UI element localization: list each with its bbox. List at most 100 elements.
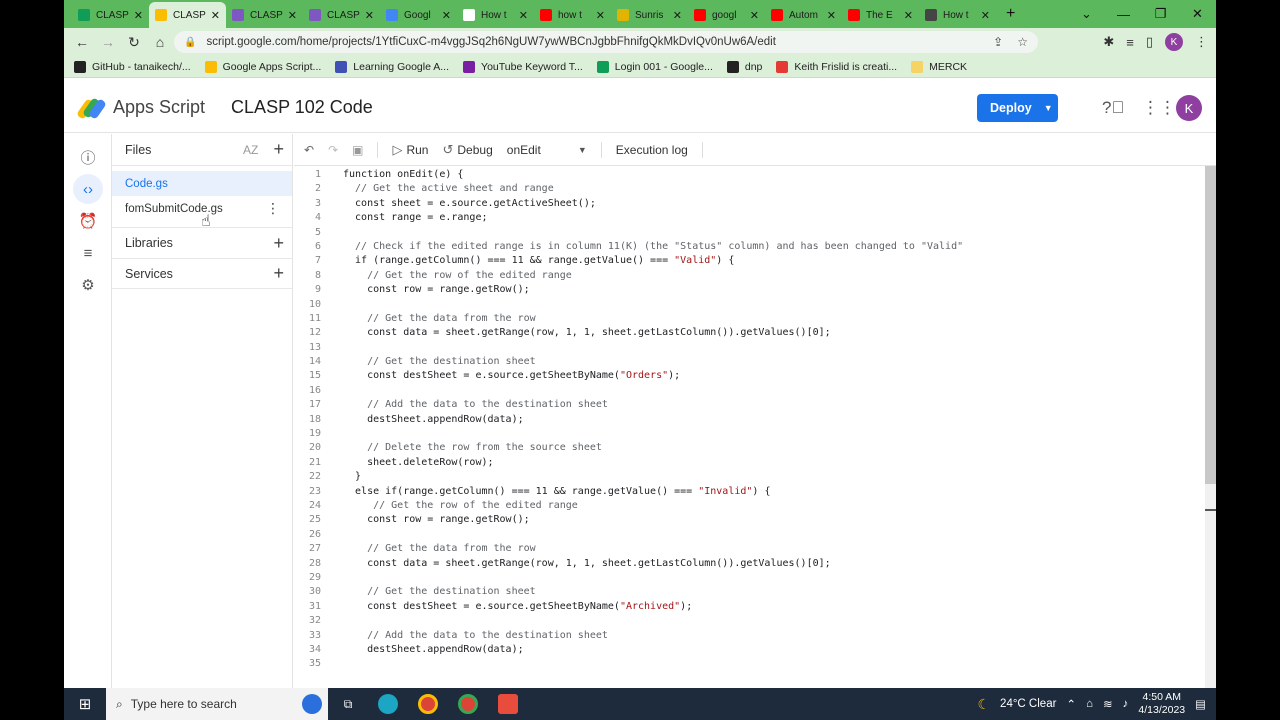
tab-close-icon[interactable]: ✕ [442,9,451,22]
apps-grid-icon[interactable]: ⋮⋮ [1142,98,1176,118]
chrome-profile-icon[interactable] [448,688,488,720]
browser-tab[interactable]: Autom ✕ [765,2,842,28]
project-title[interactable]: CLASP 102 Code [231,97,373,118]
tab-close-icon[interactable]: ✕ [827,9,836,22]
apps-script-logo-icon[interactable] [76,96,107,120]
wifi-icon[interactable]: ≋ [1103,697,1113,711]
save-icon[interactable]: ▣ [352,143,363,157]
add-file-icon[interactable]: + [273,139,284,160]
reading-list-icon[interactable]: ≡ [1126,35,1134,50]
deploy-button[interactable]: Deploy ▼ [977,94,1058,122]
file-item-code-gs[interactable]: Code.gs [112,171,292,196]
tab-close-icon[interactable]: ✕ [134,9,143,22]
debug-button[interactable]: ↺ Debug [442,142,492,158]
tab-close-icon[interactable]: ✕ [981,9,990,22]
minimize-icon[interactable]: — [1105,7,1142,22]
tab-close-icon[interactable]: ✕ [288,9,297,22]
bookmark-item[interactable]: YouTube Keyword T... [463,60,583,73]
browser-tab[interactable]: CLASP ✕ [72,2,149,28]
bookmark-item[interactable]: Learning Google A... [335,60,449,73]
tab-close-icon[interactable]: ✕ [519,9,528,22]
share-icon[interactable]: ⇪ [993,35,1003,49]
browser-tab[interactable]: CLASP ✕ [226,2,303,28]
services-section[interactable]: Services + [112,258,292,289]
browser-tab[interactable]: CLASP ✕ [149,2,226,28]
tab-close-icon[interactable]: ✕ [211,9,220,22]
code-editor[interactable]: 1 function onEdit(e) {2 // Get the active… [294,168,1204,688]
function-select[interactable]: onEdit ▼ [507,143,587,157]
browser-menu-icon[interactable]: ⋮ [1195,34,1208,50]
bookmark-item[interactable]: MERCK [911,60,967,73]
tab-close-icon[interactable]: ✕ [904,9,913,22]
help-icon[interactable]: ?⃝ [1102,98,1124,118]
extensions-icon[interactable]: ✱ [1103,34,1114,50]
bookmark-item[interactable]: Google Apps Script... [204,60,321,73]
bookmark-item[interactable]: GitHub - tanaikech/... [74,60,191,73]
windows-start-icon[interactable]: ⊞ [64,695,106,713]
browser-tab[interactable]: Sunris ✕ [611,2,688,28]
tab-close-icon[interactable]: ✕ [365,9,374,22]
forward-icon[interactable]: → [95,34,121,50]
browser-tab[interactable]: How t ✕ [457,2,534,28]
restore-icon[interactable]: ❐ [1142,6,1179,22]
browser-tab[interactable]: googl ✕ [688,2,765,28]
edge-icon[interactable] [368,688,408,720]
profile-avatar[interactable]: K [1165,33,1183,51]
code-line: 30 // Get the destination sheet [294,585,1204,599]
tab-close-icon[interactable]: ✕ [596,9,605,22]
code-line: 11 // Get the data from the row [294,312,1204,326]
undo-icon[interactable]: ↶ [304,143,314,157]
taskbar-search[interactable]: ⌕ Type here to search [106,688,328,720]
tab-close-icon[interactable]: ✕ [750,9,759,22]
tab-close-icon[interactable]: ✕ [673,9,682,22]
browser-tab[interactable]: how t ✕ [534,2,611,28]
browser-tab[interactable]: The E ✕ [842,2,919,28]
executions-icon[interactable]: ≡ [73,238,103,268]
line-number: 10 [308,298,321,310]
chrome-icon[interactable] [408,688,448,720]
app-brand[interactable]: Apps Script [113,97,205,118]
volume-icon[interactable]: ♪ [1123,698,1129,710]
scrollbar-thumb[interactable] [1205,166,1216,484]
new-tab-icon[interactable]: + [996,5,1025,23]
notifications-icon[interactable]: ▤ [1195,697,1206,711]
sort-az-icon[interactable]: AZ [243,143,258,157]
bookmark-item[interactable]: Login 001 - Google... [596,60,713,73]
clock[interactable]: 4:50 AM 4/13/2023 [1138,691,1185,717]
redo-icon[interactable]: ↷ [328,143,338,157]
line-number: 15 [308,370,321,382]
close-window-icon[interactable]: ✕ [1179,6,1216,22]
add-service-icon[interactable]: + [273,263,284,284]
bing-icon[interactable] [302,694,322,714]
account-avatar[interactable]: K [1176,95,1202,121]
weather-moon-icon[interactable]: ☾ [977,696,990,713]
side-panel-icon[interactable]: ▯ [1146,34,1153,50]
tab-search-icon[interactable]: ⌄ [1068,6,1105,22]
browser-tab[interactable]: How t ✕ [919,2,996,28]
execution-log-button[interactable]: Execution log [616,143,688,157]
run-button[interactable]: ▷ Run [392,142,428,158]
overview-icon[interactable]: ⓘ [73,142,103,172]
editor-code-icon[interactable]: ‹› [73,174,103,204]
address-bar[interactable]: 🔒 script.google.com/home/projects/1YtfiC… [174,31,1038,53]
caret-down-icon: ▼ [1043,103,1053,113]
bookmark-item[interactable]: Keith Frislid is creati... [776,60,897,73]
libraries-section[interactable]: Libraries + [112,227,292,258]
bookmark-item[interactable]: dnp [726,60,762,73]
tray-up-icon[interactable]: ⌃ [1066,697,1076,711]
home-icon[interactable]: ⌂ [147,34,173,50]
back-icon[interactable]: ← [69,34,95,50]
browser-tab[interactable]: CLASP ✕ [303,2,380,28]
network-icon[interactable]: ⌂ [1086,698,1093,710]
run-label: Run [406,142,429,157]
file-more-icon[interactable]: ⋮ [266,200,280,217]
browser-tab[interactable]: Googl ✕ [380,2,457,28]
recorder-icon[interactable] [488,688,528,720]
bookmark-star-icon[interactable]: ☆ [1017,35,1028,49]
add-library-icon[interactable]: + [273,233,284,254]
reload-icon[interactable]: ↻ [121,34,147,51]
settings-gear-icon[interactable]: ⚙ [73,270,103,300]
task-view-icon[interactable]: ⧉ [328,688,368,720]
triggers-clock-icon[interactable]: ⏰ [73,206,103,236]
weather-text[interactable]: 24°C Clear [1000,698,1056,710]
